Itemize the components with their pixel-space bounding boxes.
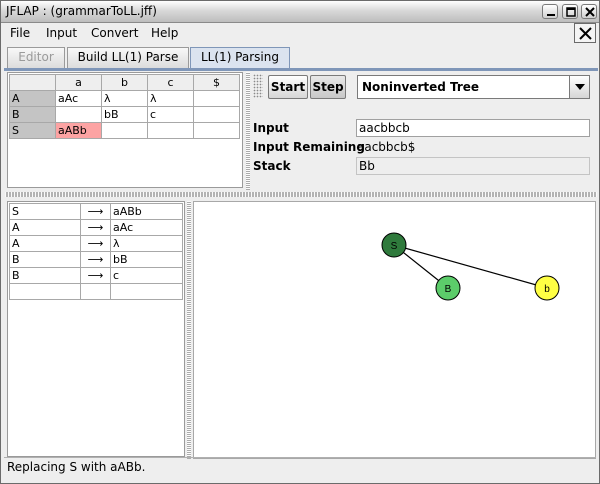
menu-file[interactable]: File [10,26,30,40]
table-cell[interactable] [193,106,240,123]
table-cell[interactable]: λ [101,90,148,107]
tree-node-s[interactable]: S [381,232,407,258]
window-title: JFLAP : (grammarToLL.jff) [6,4,157,18]
start-button[interactable]: Start [268,75,308,99]
status-message: Replacing S with aABb. [7,460,146,474]
production-rhs: aABb [110,203,183,220]
tab-ll1-parsing[interactable]: LL(1) Parsing [190,47,290,69]
view-mode-value: Noninverted Tree [362,80,480,94]
column-header: a [55,74,102,91]
input-remaining-label: Input Remaining [253,140,365,154]
table-row[interactable]: B ⟶ bB [9,251,183,268]
table-row: B bB c [9,106,240,123]
table-row[interactable]: A ⟶ λ [9,235,183,252]
table-row[interactable] [9,283,183,300]
horizontal-split-divider[interactable] [5,192,597,197]
production-rhs: aAc [110,219,183,236]
menu-help[interactable]: Help [151,26,178,40]
productions-panel: S ⟶ aABb A ⟶ aAc A ⟶ λ B ⟶ bB B ⟶ c [7,201,185,457]
title-bar: JFLAP : (grammarToLL.jff) [1,1,599,23]
production-arrow: ⟶ [80,235,111,252]
table-cell[interactable] [193,122,240,139]
row-header: A [9,90,56,107]
table-row: A aAc λ λ [9,90,240,107]
close-window-button[interactable] [581,4,597,19]
chevron-down-icon [575,84,585,90]
split-pane-divider[interactable] [246,72,250,190]
tree-node-label: B [445,284,452,295]
column-header [9,74,56,91]
tab-build-ll1-parse[interactable]: Build LL(1) Parse [67,47,189,68]
input-field[interactable]: aacbbcb [356,119,590,137]
production-arrow: ⟶ [80,267,111,284]
production-arrow [80,283,111,300]
status-divider [4,457,596,458]
row-header: S [9,122,56,139]
table-row[interactable]: S ⟶ aABb [9,203,183,220]
table-cell[interactable]: aAc [55,90,102,107]
table-cell[interactable]: c [147,106,194,123]
input-label: Input [253,121,289,135]
view-mode-select[interactable]: Noninverted Tree [357,75,590,99]
table-cell[interactable] [147,122,194,139]
table-row[interactable]: B ⟶ c [9,267,183,284]
productions-table: S ⟶ aABb A ⟶ aAc A ⟶ λ B ⟶ bB B ⟶ c [9,203,183,300]
step-button[interactable]: Step [310,75,346,99]
table-cell[interactable]: λ [147,90,194,107]
jflap-window: JFLAP : (grammarToLL.jff) File Input Con… [0,0,600,484]
input-remaining-value: aacbbcb$ [357,140,416,154]
production-rhs: bB [110,251,183,268]
production-lhs: B [9,267,81,284]
production-lhs: A [9,235,81,252]
table-row: S aABb [9,122,240,139]
table-cell[interactable]: bB [101,106,148,123]
production-arrow: ⟶ [80,251,111,268]
tab-editor[interactable]: Editor [7,47,65,68]
column-header: $ [193,74,240,91]
parse-tree: S B b [381,232,560,301]
table-row[interactable]: A ⟶ aAc [9,219,183,236]
production-lhs: S [9,203,81,220]
highlighted-table-cell[interactable]: aABb [55,122,102,139]
parse-table-header: a b c $ [9,74,240,91]
stack-field: Bb [356,157,590,175]
parse-table: a b c $ A aAc λ λ B bB c S aABb [9,74,240,139]
menu-bar: File Input Convert Help [1,23,599,44]
tree-node-label: b [544,284,550,295]
table-cell[interactable] [55,106,102,123]
minimize-button[interactable] [542,4,558,19]
row-header: B [9,106,56,123]
production-lhs: A [9,219,81,236]
maximize-button[interactable] [562,4,578,19]
maximize-icon [566,7,576,17]
close-tab-button[interactable] [574,23,596,43]
tree-edge [393,244,548,289]
column-header: c [147,74,194,91]
menu-convert[interactable]: Convert [91,26,138,40]
minimize-icon [547,14,555,16]
tree-node-b-lower[interactable]: b [534,275,560,301]
production-lhs: B [9,251,81,268]
parse-tree-canvas: S B b [193,201,596,459]
close-icon [579,27,592,40]
production-lhs [9,283,81,300]
tab-underline [4,68,598,71]
production-rhs: λ [110,235,183,252]
tree-node-label: S [391,241,398,252]
production-arrow: ⟶ [80,219,111,236]
tree-node-b-upper[interactable]: B [435,275,461,301]
stack-label: Stack [253,159,291,173]
production-rhs [110,283,183,300]
parse-table-panel: a b c $ A aAc λ λ B bB c S aABb [7,72,243,188]
production-rhs: c [110,267,183,284]
toolbar-grip-icon[interactable] [253,74,263,98]
menu-input[interactable]: Input [46,26,77,40]
table-cell[interactable] [193,90,240,107]
column-header: b [101,74,148,91]
table-cell[interactable] [101,122,148,139]
split-pane-divider[interactable] [187,201,191,459]
production-arrow: ⟶ [80,203,111,220]
close-icon [585,7,595,17]
dropdown-arrow-button[interactable] [569,76,589,98]
